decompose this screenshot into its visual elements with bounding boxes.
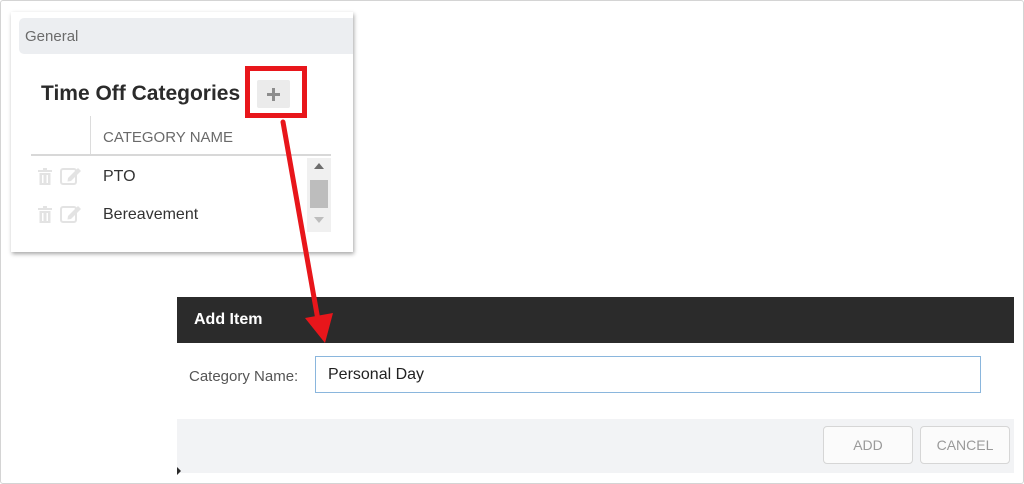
dialog-footer: ADD CANCEL [177, 419, 1014, 473]
category-name-label: Category Name: [189, 368, 299, 385]
general-section-label: General [25, 28, 79, 45]
scroll-down-arrow-icon[interactable] [314, 217, 324, 223]
column-divider [90, 116, 91, 154]
category-name-input[interactable] [315, 356, 981, 393]
edit-icon[interactable] [60, 204, 82, 223]
dialog-title-bar: Add Item [177, 297, 1014, 343]
category-name-cell: PTO [103, 168, 136, 185]
section-title: Time Off Categories [41, 82, 241, 105]
trash-icon[interactable] [38, 168, 52, 185]
category-name-cell: Bereavement [103, 206, 199, 223]
scroll-thumb[interactable] [310, 180, 328, 208]
highlight-box [245, 66, 307, 118]
scroll-up-arrow-icon[interactable] [314, 163, 324, 169]
table-row: Bereavement [31, 196, 307, 232]
table-scrollbar[interactable] [307, 158, 331, 232]
general-section-header[interactable]: General [19, 18, 353, 54]
table-row: PTO [31, 158, 307, 194]
column-header-category-name[interactable]: CATEGORY NAME [103, 129, 233, 146]
add-item-dialog: Add Item Category Name: ADD CANCEL [177, 297, 1014, 473]
time-off-panel: General Time Off Categories CATEGORY NAM… [11, 12, 353, 252]
table-header: CATEGORY NAME [31, 116, 331, 156]
dialog-corner-marker [177, 467, 181, 475]
add-button[interactable]: ADD [823, 426, 913, 464]
edit-icon[interactable] [60, 166, 82, 185]
trash-icon[interactable] [38, 206, 52, 223]
dialog-title: Add Item [194, 311, 263, 328]
cancel-button[interactable]: CANCEL [920, 426, 1010, 464]
